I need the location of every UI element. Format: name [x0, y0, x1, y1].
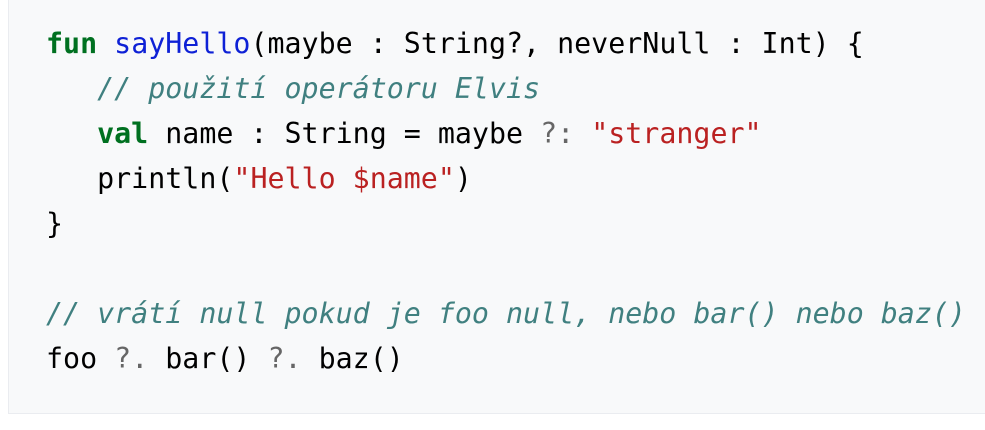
code-line-5: }	[46, 201, 985, 246]
string-literal-stranger: "stranger"	[591, 117, 762, 150]
elvis-operator: ?:	[540, 117, 575, 150]
code-line-6-empty	[46, 246, 985, 291]
code-line-8: foo ?. bar() ?. baz()	[46, 336, 985, 381]
code-block: fun sayHello(maybe : String?, neverNull …	[8, 0, 985, 414]
string-literal-hello: "Hello $name"	[233, 162, 455, 195]
code-text: baz()	[301, 342, 404, 375]
safe-call-operator: ?.	[114, 342, 149, 375]
code-line-4: println("Hello $name")	[46, 156, 985, 201]
code-text: )	[454, 162, 472, 195]
code-text: foo	[46, 342, 115, 375]
keyword-fun: fun	[46, 27, 98, 60]
code-listing: fun sayHello(maybe : String?, neverNull …	[46, 21, 985, 381]
code-text: println(	[97, 162, 234, 195]
function-name: sayHello	[114, 27, 251, 60]
safe-call-operator: ?.	[267, 342, 302, 375]
code-line-1: fun sayHello(maybe : String?, neverNull …	[46, 21, 985, 66]
closing-brace: }	[46, 207, 64, 240]
code-text: name : String = maybe	[148, 117, 541, 150]
code-line-7: // vrátí null pokud je foo null, nebo ba…	[46, 291, 985, 336]
code-text: bar()	[148, 342, 268, 375]
comment-elvis: // použití operátoru Elvis	[97, 72, 541, 105]
comment-safe-call: // vrátí null pokud je foo null, nebo ba…	[46, 297, 985, 330]
code-line-2: // použití operátoru Elvis	[46, 66, 985, 111]
keyword-val: val	[97, 117, 149, 150]
code-line-3: val name : String = maybe ?: "stranger"	[46, 111, 985, 156]
function-params: (maybe : String?, neverNull : Int) {	[250, 27, 864, 60]
